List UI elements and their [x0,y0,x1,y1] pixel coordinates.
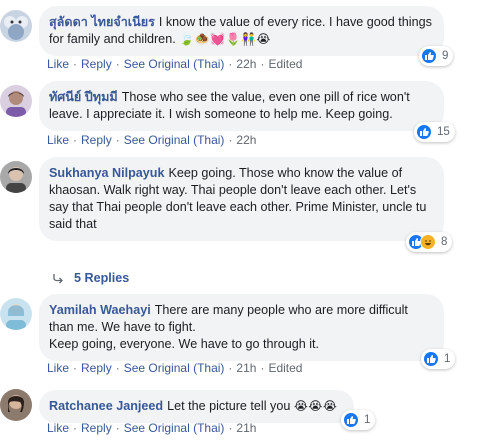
reply-link[interactable]: Reply [81,421,112,435]
reaction-count: 1 [364,414,371,426]
comment-bubble: Yamilah Waehayi There are many people who… [39,294,444,361]
avatar[interactable] [0,85,32,117]
reaction-summary[interactable]: 8 [406,232,453,252]
timestamp[interactable]: 22h [236,133,256,147]
edited-label[interactable]: Edited [268,57,302,71]
comment-emoji: 🍃🧆💓🌷👫😭 [179,32,271,46]
reaction-count: 8 [441,236,448,248]
reaction-summary[interactable]: 1 [341,410,376,430]
see-original-link[interactable]: See Original (Thai) [124,361,225,375]
reply-link[interactable]: Reply [81,361,112,375]
see-original-link[interactable]: See Original (Thai) [124,133,225,147]
comment-author[interactable]: Sukhanya Nilpayuk [49,166,164,180]
view-replies-link[interactable]: 5 Replies [52,271,129,285]
replies-label[interactable]: 5 Replies [74,271,129,285]
haha-icon [420,234,436,250]
avatar[interactable] [0,161,32,193]
reply-arrow-icon [53,274,63,284]
edited-label[interactable]: Edited [268,361,302,375]
comment-bubble: Sukhanya Nilpayuk Keep going. Those who k… [39,157,444,241]
comment-author[interactable]: Yamilah Waehayi [49,303,151,317]
reaction-count: 9 [442,50,449,62]
avatar[interactable] [0,10,32,42]
like-link[interactable]: Like [47,421,69,435]
comment-bubble: ทัศนีย์ ปีทุมมี Those who see the value, … [39,81,444,131]
see-original-link[interactable]: See Original (Thai) [124,57,225,71]
reaction-count: 15 [437,126,450,138]
timestamp[interactable]: 22h [236,57,256,71]
reply-link[interactable]: Reply [81,57,112,71]
comment-emoji: 😭😭😭 [293,399,338,413]
like-link[interactable]: Like [47,361,69,375]
reaction-summary[interactable]: 15 [414,122,455,142]
like-icon [416,124,432,140]
comment-text: Let the picture tell you [167,399,291,413]
comment-actions: Like · Reply · See Original (Thai) · 21h · E… [47,361,303,375]
see-original-link[interactable]: See Original (Thai) [124,421,225,435]
comment-actions: Like · Reply · See Original (Thai) · 22h · E… [47,57,303,71]
comment-author[interactable]: Ratchanee Janjeed [49,399,163,413]
reaction-summary[interactable]: 1 [421,349,456,369]
like-icon [423,351,439,367]
like-icon [421,48,437,64]
comment-actions: Like · Reply · See Original (Thai) · 22h [47,133,257,147]
reaction-count: 1 [444,353,451,365]
like-link[interactable]: Like [47,57,69,71]
timestamp[interactable]: 21h [236,421,256,435]
avatar[interactable] [0,298,32,330]
comment-author[interactable]: สุลัดดา ไทยจำเนียร [49,15,155,29]
comment-bubble: Ratchanee Janjeed Let the picture tell yo… [39,390,354,423]
reaction-summary[interactable]: 9 [419,46,454,66]
timestamp[interactable]: 21h [236,361,256,375]
avatar[interactable] [0,389,32,421]
comment-author[interactable]: ทัศนีย์ ปีทุมมี [49,90,118,104]
like-link[interactable]: Like [47,133,69,147]
like-icon [343,412,359,428]
comment-bubble: สุลัดดา ไทยจำเนียร I know the value of ev… [39,6,444,56]
comment-actions: Like · Reply · See Original (Thai) · 21h [47,421,257,435]
reply-link[interactable]: Reply [81,133,112,147]
